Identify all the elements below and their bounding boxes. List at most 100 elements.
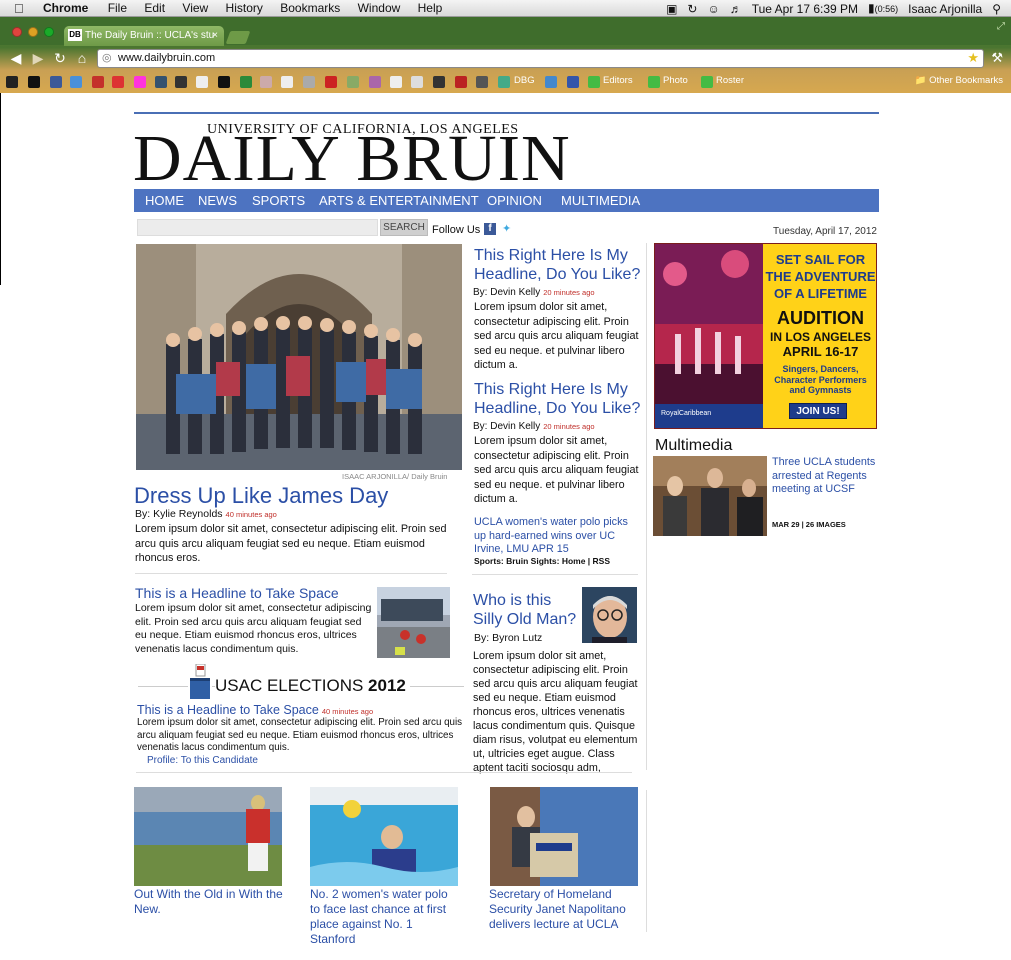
menu-help[interactable]: Help bbox=[418, 1, 443, 15]
bookmark-plus3-icon[interactable] bbox=[701, 76, 713, 88]
bookmark-tps-icon[interactable] bbox=[175, 76, 187, 88]
bookmark-roster[interactable]: Roster bbox=[716, 75, 744, 86]
bookmark-red-n-icon[interactable] bbox=[325, 76, 337, 88]
home-icon[interactable]: ⌂ bbox=[74, 50, 90, 66]
lead-author[interactable]: By: Kylie Reynolds bbox=[135, 508, 223, 520]
bookmark-alien-icon[interactable] bbox=[347, 76, 359, 88]
who-photo[interactable] bbox=[582, 587, 637, 643]
fullscreen-icon[interactable]: ⤢ bbox=[997, 21, 1005, 32]
bottom-caption-3[interactable]: Secretary of Homeland Security Janet Nap… bbox=[489, 887, 639, 932]
usac-profile-link[interactable]: Profile: To this Candidate bbox=[147, 755, 258, 766]
nav-sports[interactable]: SPORTS bbox=[252, 189, 305, 212]
reload-icon[interactable]: ↻ bbox=[52, 50, 68, 66]
forward-arrow-icon[interactable]: ▶ bbox=[30, 50, 46, 66]
second-story-photo[interactable] bbox=[377, 587, 450, 658]
bottom-photo-napolitano[interactable] bbox=[490, 787, 638, 886]
bookmark-l-icon[interactable] bbox=[28, 76, 40, 88]
bookmark-google2-icon[interactable] bbox=[498, 76, 510, 88]
bookmark-google-icon[interactable] bbox=[70, 76, 82, 88]
lead-story-photo[interactable] bbox=[136, 244, 462, 470]
lead-headline[interactable]: Dress Up Like James Day bbox=[134, 484, 388, 508]
back-arrow-icon[interactable]: ◀ bbox=[8, 50, 24, 66]
usac-headline[interactable]: This is a Headline to Take Space 40 minut… bbox=[137, 703, 373, 717]
bookmark-plus2-icon[interactable] bbox=[648, 76, 660, 88]
menu-history[interactable]: History bbox=[226, 1, 263, 15]
user-name[interactable]: Isaac Arjonilla bbox=[908, 1, 982, 18]
site-search-input[interactable] bbox=[137, 219, 378, 236]
bookmark-star-icon[interactable]: ★ bbox=[967, 49, 979, 66]
bottom-caption-1[interactable]: Out With the Old in With the New. bbox=[134, 887, 284, 917]
bottom-caption-2[interactable]: No. 2 women's water polo to face last ch… bbox=[310, 887, 460, 947]
bookmark-w-icon[interactable] bbox=[240, 76, 252, 88]
other-bookmarks[interactable]: 📁 Other Bookmarks bbox=[915, 75, 1003, 86]
menu-app-name[interactable]: Chrome bbox=[43, 1, 88, 15]
window-close-button[interactable] bbox=[12, 27, 22, 37]
battery-icon[interactable]: ▮(0:56) bbox=[868, 0, 898, 18]
multimedia-headline[interactable]: Three UCLA students arrested at Regents … bbox=[772, 456, 877, 497]
mid-headline-2[interactable]: This Right Here Is My Headline, Do You L… bbox=[474, 380, 644, 418]
second-headline[interactable]: This is a Headline to Take Space bbox=[135, 585, 339, 601]
spotlight-search-icon[interactable]: ⚲ bbox=[992, 1, 1001, 18]
menu-edit[interactable]: Edit bbox=[144, 1, 165, 15]
bookmark-p-icon[interactable] bbox=[196, 76, 208, 88]
window-minimize-button[interactable] bbox=[28, 27, 38, 37]
bookmark-heart-icon[interactable] bbox=[134, 76, 146, 88]
bookmark-dbg[interactable]: DBG bbox=[514, 75, 535, 86]
clock[interactable]: Tue Apr 17 6:39 PM bbox=[752, 1, 858, 18]
nav-opinion[interactable]: OPINION bbox=[487, 189, 542, 212]
wrench-menu-icon[interactable]: ⚒ bbox=[991, 50, 1003, 66]
twitter-icon[interactable]: ✦ bbox=[502, 222, 511, 235]
nav-home[interactable]: HOME bbox=[145, 189, 184, 212]
bookmark-plus-icon[interactable] bbox=[588, 76, 600, 88]
facebook-icon[interactable]: f bbox=[484, 223, 496, 235]
nav-news[interactable]: NEWS bbox=[198, 189, 237, 212]
ad-join-button[interactable]: JOIN US! bbox=[789, 403, 847, 419]
page-info-icon[interactable]: ◎ bbox=[102, 50, 112, 67]
royal-caribbean-ad[interactable]: SET SAIL FOR THE ADVENTURE OF A LIFETIME… bbox=[654, 243, 877, 429]
bookmark-blue-icon[interactable] bbox=[545, 76, 557, 88]
bottom-photo-water-polo[interactable] bbox=[310, 787, 458, 886]
bottom-photo-football[interactable] bbox=[134, 787, 282, 886]
address-bar[interactable]: ◎ www.dailybruin.com ★ bbox=[97, 49, 984, 68]
search-button[interactable]: SEARCH bbox=[380, 219, 428, 236]
apple-logo-icon[interactable]:  bbox=[14, 0, 24, 17]
menu-window[interactable]: Window bbox=[358, 1, 401, 15]
bookmark-blue2-icon[interactable] bbox=[567, 76, 579, 88]
water-polo-meta[interactable]: Sports: Bruin Sights: Home | RSS bbox=[474, 556, 610, 566]
menu-bookmarks[interactable]: Bookmarks bbox=[280, 1, 340, 15]
bookmark-purple-icon[interactable] bbox=[369, 76, 381, 88]
bookmark-gray2-icon[interactable] bbox=[476, 76, 488, 88]
water-polo-headline[interactable]: UCLA women's water polo picks up hard-ea… bbox=[474, 516, 639, 557]
bookmark-youtube-icon[interactable] bbox=[92, 76, 104, 88]
new-tab-button[interactable] bbox=[225, 31, 251, 44]
wifi-icon[interactable]: ☺ bbox=[707, 1, 719, 18]
nav-multimedia[interactable]: MULTIMEDIA bbox=[561, 189, 640, 212]
usac-elections-banner[interactable]: USAC ELECTIONS 2012 bbox=[215, 676, 410, 696]
bookmark-gray-icon[interactable] bbox=[303, 76, 315, 88]
window-zoom-button[interactable] bbox=[44, 27, 54, 37]
volume-icon[interactable]: ♬ bbox=[730, 1, 742, 18]
multimedia-title[interactable]: Multimedia bbox=[655, 437, 732, 455]
bookmark-photo[interactable]: Photo bbox=[663, 75, 688, 86]
mid-author-2[interactable]: By: Devin Kelly bbox=[473, 421, 540, 432]
bookmark-editors[interactable]: Editors bbox=[603, 75, 633, 86]
masthead-logo[interactable]: DAILY BRUIN bbox=[133, 126, 571, 192]
bookmark-g-icon[interactable] bbox=[281, 76, 293, 88]
who-byline[interactable]: By: Byron Lutz bbox=[474, 632, 542, 644]
bookmark-red-icon[interactable] bbox=[112, 76, 124, 88]
bookmark-page-icon[interactable] bbox=[411, 76, 423, 88]
bookmark-facebook-icon[interactable] bbox=[50, 76, 62, 88]
mid-headline-1[interactable]: This Right Here Is My Headline, Do You L… bbox=[474, 246, 644, 284]
menu-file[interactable]: File bbox=[108, 1, 127, 15]
multimedia-photo[interactable] bbox=[653, 456, 767, 536]
nav-arts-entertainment[interactable]: ARTS & ENTERTAINMENT bbox=[319, 189, 479, 212]
bookmark-dark-icon[interactable] bbox=[433, 76, 445, 88]
display-icon[interactable]: ▣ bbox=[666, 1, 677, 18]
tab-daily-bruin[interactable]: DB The Daily Bruin :: UCLA's stu × bbox=[64, 26, 224, 46]
who-headline[interactable]: Who is this Silly Old Man? bbox=[473, 591, 583, 629]
time-machine-icon[interactable]: ↻ bbox=[687, 1, 697, 18]
bookmark-r-icon[interactable] bbox=[218, 76, 230, 88]
bookmark-red2-icon[interactable] bbox=[455, 76, 467, 88]
menu-view[interactable]: View bbox=[182, 1, 208, 15]
bookmark-db-icon[interactable] bbox=[6, 76, 18, 88]
